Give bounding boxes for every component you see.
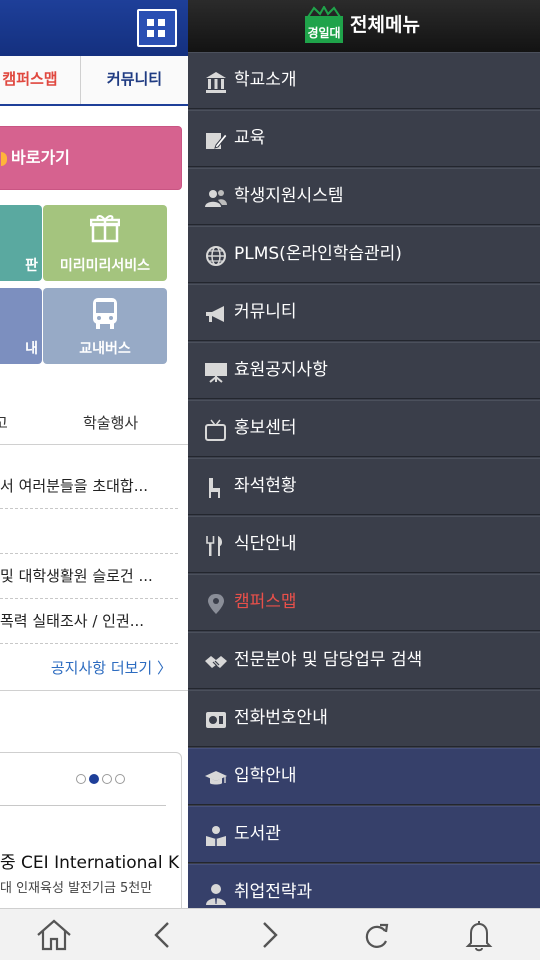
carousel-dot[interactable] bbox=[76, 774, 86, 784]
map-pin-icon bbox=[208, 594, 224, 614]
drawer-title: 전체메뉴 bbox=[350, 14, 420, 36]
main-tabs: 캠퍼스맵 커뮤니티 bbox=[0, 56, 188, 106]
menu-item-label: PLMS(온라인학습관리) bbox=[234, 244, 402, 264]
forward-icon[interactable] bbox=[250, 917, 290, 953]
tile-mirimiri-service[interactable]: 미리미리서비스 bbox=[43, 205, 167, 281]
menu-item-label: 취업전략과 bbox=[234, 882, 313, 902]
menu-item-career-strategy[interactable]: 취업전략과 bbox=[188, 864, 540, 908]
shortcut-label: 바로가기 bbox=[11, 148, 70, 167]
divider bbox=[0, 805, 166, 806]
menu-item-campus-map[interactable]: 캠퍼스맵 bbox=[188, 574, 540, 631]
refresh-icon[interactable] bbox=[357, 917, 397, 953]
menu-item-label: 학교소개 bbox=[234, 70, 297, 90]
card-subtitle: 대 인재육성 발전기금 5천만 bbox=[0, 881, 153, 896]
menu-item-expertise-search[interactable]: 전문분야 및 담당업무 검색 bbox=[188, 632, 540, 689]
menu-item-meal-menu[interactable]: 식단안내 bbox=[188, 516, 540, 573]
logo-text: 경일대 bbox=[307, 26, 340, 40]
tile-label: 미리미리서비스 bbox=[59, 258, 151, 274]
tab-academic-events[interactable]: 학술행사 bbox=[83, 412, 138, 433]
menu-item-community[interactable]: 커뮤니티 bbox=[188, 284, 540, 341]
bell-icon[interactable] bbox=[459, 917, 499, 953]
menu-item-phone-directory[interactable]: 전화번호안내 bbox=[188, 690, 540, 747]
main-page: 캠퍼스맵 커뮤니티 바로가기 판 미리미리서비스 내 교내버스 고 학술행사 서… bbox=[0, 0, 188, 908]
divider bbox=[0, 690, 188, 691]
top-bar bbox=[0, 0, 188, 56]
menu-item-label: 입학안내 bbox=[234, 766, 297, 786]
tab-community[interactable]: 커뮤니티 bbox=[80, 56, 188, 104]
graduation-cap-icon bbox=[205, 771, 227, 785]
tile-label: 교내버스 bbox=[79, 341, 131, 357]
carousel-dot[interactable] bbox=[102, 774, 112, 784]
grid-icon bbox=[147, 19, 154, 26]
chair-icon bbox=[209, 478, 220, 498]
menu-item-plms[interactable]: PLMS(온라인학습관리) bbox=[188, 226, 540, 283]
person-suit-icon bbox=[206, 884, 226, 905]
menu-item-pr-center[interactable]: 홍보센터 bbox=[188, 400, 540, 457]
menu-grid-button[interactable] bbox=[137, 9, 177, 47]
menu-item-label: 캠퍼스맵 bbox=[234, 592, 297, 612]
menu-item-education[interactable]: 교육 bbox=[188, 110, 540, 167]
back-icon[interactable] bbox=[142, 917, 182, 953]
menu-item-notice[interactable]: 효원공지사항 bbox=[188, 342, 540, 399]
menu-item-label: 교육 bbox=[234, 128, 266, 148]
menu-item-label: 식단안내 bbox=[234, 534, 297, 554]
menu-item-label: 좌석현황 bbox=[234, 476, 297, 496]
menu-item-library[interactable]: 도서관 bbox=[188, 806, 540, 863]
tile-campus-bus[interactable]: 교내버스 bbox=[43, 288, 167, 364]
news-item[interactable]: 폭력 실태조사 / 인권... bbox=[0, 599, 178, 644]
menu-item-label: 학생지원시스템 bbox=[234, 186, 344, 206]
globe-icon bbox=[206, 246, 226, 266]
megaphone-icon bbox=[206, 306, 224, 322]
people-icon bbox=[205, 190, 227, 207]
menu-item-seat-status[interactable]: 좌석현황 bbox=[188, 458, 540, 515]
menu-item-student-support[interactable]: 학생지원시스템 bbox=[188, 168, 540, 225]
menu-item-label: 커뮤니티 bbox=[234, 302, 297, 322]
phone-book-icon bbox=[206, 712, 226, 728]
shortcut-banner[interactable]: 바로가기 bbox=[0, 126, 182, 190]
fork-knife-icon bbox=[206, 536, 223, 556]
menu-item-label: 전화번호안내 bbox=[234, 708, 328, 728]
menu-item-label: 전문분야 및 담당업무 검색 bbox=[234, 650, 423, 670]
menu-item-admissions[interactable]: 입학안내 bbox=[188, 748, 540, 805]
menu-item-school-intro[interactable]: 학교소개 bbox=[188, 52, 540, 109]
pencil-book-icon bbox=[206, 133, 228, 149]
handshake-icon bbox=[205, 656, 227, 668]
building-icon bbox=[206, 72, 226, 93]
tab-notice[interactable]: 고 bbox=[0, 412, 8, 433]
menu-item-label: 효원공지사항 bbox=[234, 360, 328, 380]
tile-board[interactable]: 판 bbox=[0, 205, 42, 281]
gift-icon bbox=[43, 213, 167, 252]
tile-info[interactable]: 내 bbox=[0, 288, 42, 364]
bullet-icon bbox=[1, 151, 7, 166]
drawer-header: 경일대 전체메뉴 bbox=[188, 0, 540, 56]
board-icon bbox=[205, 363, 227, 383]
home-icon[interactable] bbox=[34, 917, 74, 953]
menu-item-label: 도서관 bbox=[234, 824, 281, 844]
menu-drawer: 경일대 전체메뉴 학교소개 교육 학생지원시스템 PLMS(온라인학습관리) 커… bbox=[188, 0, 540, 908]
news-item[interactable]: 및 대학생활원 슬로건 ... bbox=[0, 554, 178, 599]
carousel-dot-active[interactable] bbox=[89, 774, 99, 784]
university-logo: 경일대 bbox=[305, 6, 343, 43]
carousel-dot[interactable] bbox=[115, 774, 125, 784]
tab-campus-map[interactable]: 캠퍼스맵 bbox=[0, 56, 80, 104]
card-title: 중 CEI International K bbox=[0, 853, 180, 873]
notice-more-link[interactable]: 공지사항 더보기 〉 bbox=[0, 650, 172, 686]
tv-icon bbox=[205, 419, 226, 441]
news-item[interactable] bbox=[0, 509, 178, 554]
browser-toolbar bbox=[0, 908, 540, 960]
reader-icon bbox=[206, 826, 226, 846]
news-item[interactable]: 서 여러분들을 초대합... bbox=[0, 464, 178, 509]
menu-item-label: 홍보센터 bbox=[234, 418, 297, 438]
divider bbox=[0, 444, 188, 445]
carousel-indicator bbox=[76, 769, 128, 788]
bus-icon bbox=[43, 296, 167, 339]
